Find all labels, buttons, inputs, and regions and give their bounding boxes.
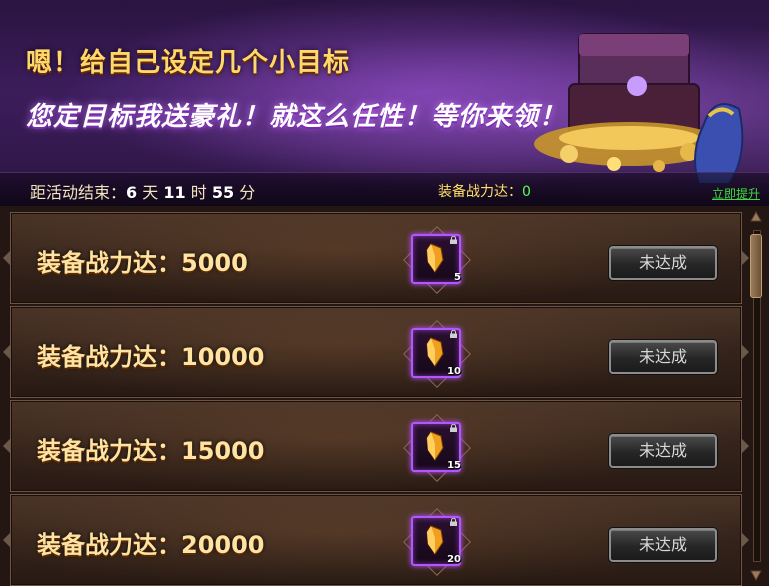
row-left-ornament [3, 438, 11, 454]
reward-count: 5 [454, 272, 461, 283]
claim-status-button[interactable]: 未达成 [609, 340, 717, 374]
goal-list: 装备战力达：5000 5 未达成 装备战力达：10000 10 未达成 装备战力… [0, 206, 769, 586]
power-value: 0 [522, 184, 531, 200]
reward-count: 20 [447, 554, 461, 565]
arrow-up-icon[interactable] [749, 210, 763, 224]
lock-icon [450, 424, 457, 432]
orange-crystal-icon [426, 525, 444, 555]
claim-status-button[interactable]: 未达成 [609, 528, 717, 562]
row-left-ornament [3, 532, 11, 548]
equipment-power-status: 装备战力达：0 [438, 181, 531, 201]
power-label: 装备战力达： [438, 184, 522, 200]
reward-count: 10 [447, 366, 461, 377]
orange-crystal-icon [426, 243, 444, 273]
claim-status-button[interactable]: 未达成 [609, 434, 717, 468]
goal-label: 装备战力达：10000 [37, 343, 265, 371]
event-banner: 嗯！给自己设定几个小目标 您定目标我送豪礼！就这么任性！等你来领！ 距活动结束：… [0, 0, 769, 206]
countdown-days: 6 [126, 183, 138, 202]
goal-row: 装备战力达：15000 15 未达成 [3, 400, 749, 492]
goal-label: 装备战力达：20000 [37, 531, 265, 559]
reward-item-slot[interactable]: 20 [403, 508, 471, 576]
banner-subtitle: 您定目标我送豪礼！就这么任性！等你来领！ [26, 102, 567, 132]
status-bar: 距活动结束：6 天 11 时 55 分 装备战力达：0 立即提升 [0, 172, 769, 206]
goal-label: 装备战力达：5000 [37, 249, 248, 277]
countdown-timer: 距活动结束：6 天 11 时 55 分 [30, 179, 255, 203]
arrow-down-icon[interactable] [749, 568, 763, 582]
reward-item-slot[interactable]: 10 [403, 320, 471, 388]
lock-icon [450, 330, 457, 338]
claim-status-button[interactable]: 未达成 [609, 246, 717, 280]
lock-icon [450, 518, 457, 526]
orange-crystal-icon [426, 337, 444, 367]
treasure-chest-icon [534, 33, 744, 185]
countdown-minutes-unit: 分 [239, 183, 256, 202]
banner-title: 嗯！给自己设定几个小目标 [26, 48, 351, 78]
countdown-hours: 11 [163, 183, 186, 202]
goal-row: 装备战力达：5000 5 未达成 [3, 212, 749, 304]
row-left-ornament [3, 344, 11, 360]
scrollbar-thumb[interactable] [750, 234, 762, 298]
goal-row: 装备战力达：10000 10 未达成 [3, 306, 749, 398]
reward-item-slot[interactable]: 5 [403, 226, 471, 294]
lock-icon [450, 236, 457, 244]
reward-count: 15 [447, 460, 461, 471]
goal-label: 装备战力达：15000 [37, 437, 265, 465]
countdown-days-unit: 天 [142, 183, 159, 202]
countdown-hours-unit: 时 [190, 183, 207, 202]
goal-row: 装备战力达：20000 20 未达成 [3, 494, 749, 586]
reward-item-slot[interactable]: 15 [403, 414, 471, 482]
countdown-prefix: 距活动结束： [30, 183, 127, 202]
vertical-scrollbar[interactable] [746, 206, 766, 586]
countdown-minutes: 55 [211, 183, 235, 202]
orange-crystal-icon [426, 431, 444, 461]
row-left-ornament [3, 250, 11, 266]
upgrade-now-link[interactable]: 立即提升 [712, 185, 760, 202]
